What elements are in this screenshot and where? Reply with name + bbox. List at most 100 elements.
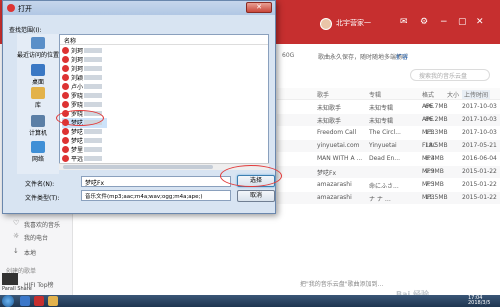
download-icon: ↓ — [13, 247, 19, 255]
audio-file-icon — [62, 74, 69, 81]
taskbar-music-icon[interactable] — [34, 296, 44, 306]
radio-icon: ☼ — [13, 232, 20, 240]
storage-capacity: 60G — [282, 52, 295, 59]
close-icon[interactable]: ✕ — [476, 17, 484, 27]
row-album: The Circl... — [369, 129, 401, 136]
place-computer[interactable]: 计算机 — [17, 115, 59, 137]
place-recent[interactable]: 最近访问的位置 — [17, 37, 59, 59]
audio-file-icon — [62, 146, 69, 153]
row-size: 8.4MB — [425, 155, 444, 162]
library-icon — [31, 87, 45, 99]
table-row[interactable]: 未知歌手 未知专辑 APE 66.7MB 2017-10-03 — [277, 101, 500, 113]
search-input[interactable]: 搜索我的音乐云盘 — [410, 69, 490, 81]
place-library[interactable]: 库 — [17, 87, 59, 109]
row-album: 未知专辑 — [369, 118, 394, 125]
row-album: 命にふさ... — [369, 183, 399, 190]
user-name[interactable]: 北宇营家一 — [336, 18, 371, 28]
avatar[interactable] — [320, 18, 332, 30]
row-date: 2017-10-03 — [462, 116, 497, 123]
close-button[interactable]: ✕ — [246, 2, 272, 13]
skin-icon[interactable]: ✉ — [400, 17, 408, 27]
maximize-icon[interactable]: ▢ — [458, 17, 467, 27]
row-date: 2017-10-03 — [462, 103, 497, 110]
audio-file-icon — [62, 137, 69, 144]
start-button[interactable] — [2, 295, 14, 307]
row-size: 86.2MB — [425, 116, 448, 123]
scrollbar-thumb[interactable] — [63, 165, 213, 169]
dialog-title: 打开 — [18, 5, 32, 13]
row-date: 2017-05-21 — [462, 142, 497, 149]
parallels-shortcut-icon[interactable] — [2, 273, 18, 285]
row-date: 2016-06-04 — [462, 155, 497, 162]
table-row[interactable]: 梦呓Fx MP3 9.9MB 2015-01-22 — [277, 166, 500, 178]
dialog-titlebar[interactable]: 打开 ✕ — [3, 1, 275, 15]
settings-icon[interactable]: ⚙ — [420, 17, 428, 27]
promo-text: 歌曲永久保存，随时随地多端畅听 — [318, 54, 409, 61]
row-size: 18.5MB — [425, 142, 448, 149]
taskbar-folder-icon[interactable] — [48, 296, 58, 306]
network-icon — [31, 141, 45, 153]
row-size: 66.7MB — [425, 103, 448, 110]
look-in-label: 查找范围(I): — [9, 27, 42, 34]
audio-file-icon — [62, 65, 69, 72]
minimize-icon[interactable]: − — [440, 17, 448, 27]
row-singer: amazarashi — [317, 194, 352, 201]
row-album: ナ ナ … — [369, 196, 391, 203]
filetype-select[interactable]: 音乐文件(mp3;aac;m4a;wav;ogg;m4a;ape;) — [81, 190, 231, 201]
col-date[interactable]: 上传时间 — [462, 90, 491, 99]
col-album[interactable]: 专辑 — [369, 90, 381, 99]
row-date: 2015-01-22 — [462, 181, 497, 188]
filename-label: 文件名(N): — [25, 181, 55, 188]
desktop-icon — [31, 64, 45, 76]
place-network[interactable]: 网络 — [17, 141, 59, 163]
sidebar-item-liked[interactable]: 我喜欢的音乐 — [24, 220, 60, 229]
sidebar-item-radio[interactable]: 我的电台 — [24, 233, 48, 242]
file-list[interactable]: 名称 刘珂 刘珂 刘珂 刘颖 卢小 罗晓 罗晓 罗晓 梦呓 梦呓 梦呓 梦里 平… — [59, 34, 269, 170]
filename-input[interactable]: 梦呓Fx — [81, 176, 231, 187]
place-label: 计算机 — [28, 130, 47, 137]
parallels-shortcut-label[interactable]: Parall Share — [2, 286, 32, 292]
row-singer: 梦呓Fx — [317, 170, 337, 177]
cancel-button[interactable]: 取消 — [237, 190, 275, 202]
col-singer[interactable]: 歌手 — [317, 90, 329, 99]
table-row[interactable]: Freedom Call The Circl... MP3 13.3MB 201… — [277, 127, 500, 139]
place-label: 网络 — [31, 156, 44, 163]
row-album: Dead En... — [369, 155, 401, 162]
table-row[interactable]: yinyuetai.com Yinyuetai FLAC 18.5MB 2017… — [277, 140, 500, 152]
place-label: 库 — [34, 102, 41, 109]
row-singer: 未知歌手 — [317, 118, 342, 125]
table-header: 歌手 专辑 格式 大小 上传时间 — [277, 88, 500, 100]
row-date: 2017-10-03 — [462, 129, 497, 136]
row-singer: amazarashi — [317, 181, 352, 188]
audio-file-icon — [62, 83, 69, 90]
expand-link[interactable]: 扩容 — [396, 52, 408, 61]
table-row[interactable]: MAN WITH A ... Dead En... MP3 8.4MB 2016… — [277, 153, 500, 165]
row-singer: Freedom Call — [317, 129, 357, 136]
row-singer: MAN WITH A ... — [317, 155, 363, 162]
audio-file-icon — [62, 155, 69, 162]
table-row[interactable]: 未知歌手 未知专辑 APE 86.2MB 2017-10-03 — [277, 114, 500, 126]
col-format[interactable]: 格式 — [422, 90, 434, 99]
taskbar-app-icon[interactable] — [20, 296, 30, 306]
place-label: 最近访问的位置 — [17, 52, 60, 59]
audio-file-icon — [62, 128, 69, 135]
computer-icon — [31, 115, 45, 127]
audio-file-icon — [62, 56, 69, 63]
row-size: 11.5MB — [425, 194, 448, 201]
filetype-label: 文件类型(T): — [25, 195, 60, 202]
table-row[interactable]: amazarashi ナ ナ … MP3 11.5MB 2015-01-22 — [277, 192, 500, 204]
clock[interactable]: 17:04 2018/3/5 — [468, 296, 490, 306]
col-size[interactable]: 大小 — [447, 90, 459, 99]
row-date: 2015-01-22 — [462, 194, 497, 201]
row-album: Yinyuetai — [369, 142, 397, 149]
audio-file-icon — [62, 92, 69, 99]
name-column-header[interactable]: 名称 — [60, 35, 268, 45]
clock-date: 2018/3/5 — [468, 300, 491, 306]
annotation-ellipse-file — [56, 110, 104, 126]
places-bar: 最近访问的位置 桌面 库 计算机 网络 — [17, 34, 59, 174]
place-desktop[interactable]: 桌面 — [17, 64, 59, 86]
table-row[interactable]: amazarashi 命にふさ... MP3 7.5MB 2015-01-22 — [277, 179, 500, 191]
sidebar-item-local[interactable]: 本地 — [24, 248, 36, 257]
place-label: 桌面 — [31, 79, 44, 86]
row-album: 未知专辑 — [369, 105, 394, 112]
